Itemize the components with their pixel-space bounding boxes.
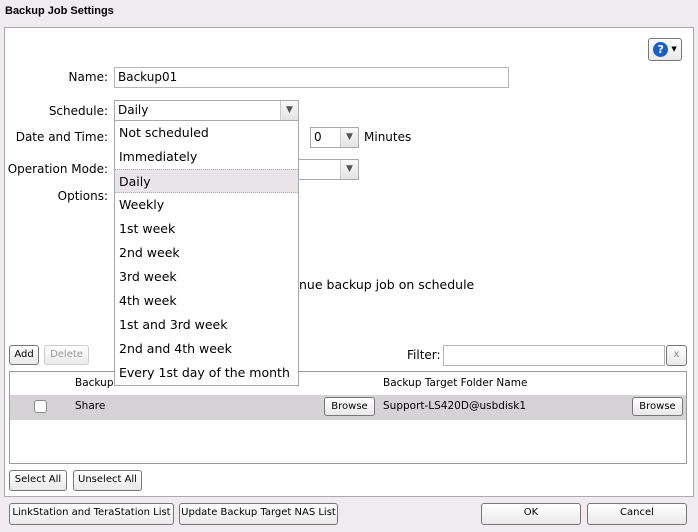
chevron-down-icon[interactable]: ▼ bbox=[280, 101, 298, 120]
chevron-down-icon[interactable]: ▼ bbox=[340, 160, 358, 179]
minutes-value: 0 bbox=[314, 130, 322, 144]
add-button[interactable]: Add bbox=[9, 345, 39, 365]
schedule-option-selected[interactable]: Daily bbox=[115, 169, 298, 193]
select-all-button[interactable]: Select All bbox=[9, 470, 67, 491]
clear-filter-button[interactable]: x bbox=[666, 345, 687, 366]
target-folder: Support-LS420D@usbdisk1 bbox=[383, 400, 527, 412]
minutes-unit: Minutes bbox=[364, 130, 412, 144]
chevron-down-icon: ▼ bbox=[671, 45, 677, 53]
browse-source-button[interactable]: Browse bbox=[324, 397, 375, 416]
schedule-value: Daily bbox=[118, 103, 149, 117]
schedule-option[interactable]: 2nd week bbox=[115, 241, 298, 265]
name-label: Name: bbox=[68, 70, 108, 84]
table-row[interactable]: Share Browse Support-LS420D@usbdisk1 Bro… bbox=[10, 395, 686, 420]
dialog-title: Backup Job Settings bbox=[5, 5, 114, 17]
operation-mode-label: Operation Mode: bbox=[7, 162, 108, 176]
schedule-option[interactable]: 3rd week bbox=[115, 265, 298, 289]
browse-target-button[interactable]: Browse bbox=[632, 397, 683, 416]
schedule-select[interactable]: Daily ▼ bbox=[114, 100, 299, 121]
ok-button[interactable]: OK bbox=[481, 503, 581, 525]
options-label: Options: bbox=[57, 189, 108, 203]
update-nas-list-button[interactable]: Update Backup Target NAS List bbox=[179, 503, 338, 525]
source-folder: Share bbox=[75, 400, 106, 412]
schedule-label: Schedule: bbox=[48, 104, 108, 118]
delete-button[interactable]: Delete bbox=[44, 345, 89, 365]
linkstation-list-button[interactable]: LinkStation and TeraStation List bbox=[9, 503, 174, 525]
schedule-option[interactable]: 2nd and 4th week bbox=[115, 337, 298, 361]
schedule-option[interactable]: 1st and 3rd week bbox=[115, 313, 298, 337]
schedule-dropdown-list[interactable]: Not scheduled Immediately Daily Weekly 1… bbox=[114, 121, 299, 386]
filter-input[interactable] bbox=[443, 345, 665, 366]
backup-folder-table: Backup S Backup Target Folder Name Share… bbox=[9, 371, 687, 464]
help-icon: ? bbox=[653, 42, 669, 57]
filter-label: Filter: bbox=[407, 348, 441, 362]
chevron-down-icon[interactable]: ▼ bbox=[340, 128, 358, 147]
unselect-all-button[interactable]: Unselect All bbox=[73, 470, 142, 491]
cancel-button[interactable]: Cancel bbox=[587, 503, 687, 525]
schedule-option[interactable]: Every 1st day of the month bbox=[115, 361, 298, 385]
schedule-option[interactable]: 4th week bbox=[115, 289, 298, 313]
row-checkbox[interactable] bbox=[34, 400, 47, 413]
name-input[interactable]: Backup01 bbox=[114, 67, 509, 88]
schedule-option[interactable]: 1st week bbox=[115, 217, 298, 241]
option-text: nue backup job on schedule bbox=[299, 277, 475, 292]
schedule-option[interactable]: Immediately bbox=[115, 145, 298, 169]
schedule-option[interactable]: Weekly bbox=[115, 193, 298, 217]
minutes-select[interactable]: 0 ▼ bbox=[310, 127, 359, 148]
column-header-target: Backup Target Folder Name bbox=[383, 377, 528, 389]
datetime-label: Date and Time: bbox=[15, 130, 108, 144]
help-button[interactable]: ? ▼ bbox=[648, 38, 682, 61]
schedule-option[interactable]: Not scheduled bbox=[115, 121, 298, 145]
